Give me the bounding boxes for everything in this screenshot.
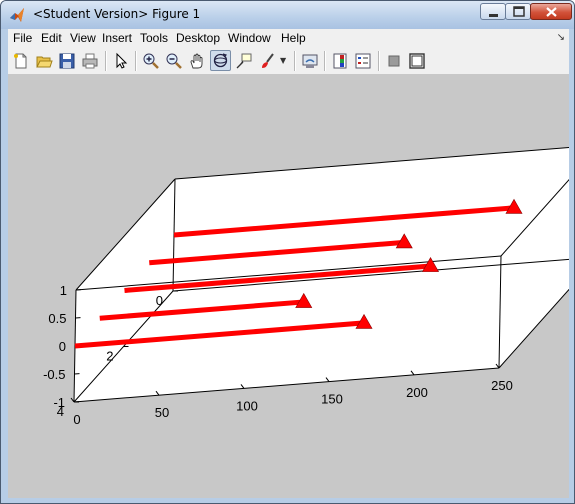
menu-desktop[interactable]: Desktop <box>176 31 220 45</box>
menu-insert[interactable]: Insert <box>102 31 132 45</box>
menu-tools[interactable]: Tools <box>140 31 168 45</box>
dock-arrow-icon[interactable]: ↘ <box>557 32 565 43</box>
new-figure-icon[interactable] <box>12 52 30 70</box>
save-icon[interactable] <box>58 52 76 70</box>
x-tick-label: 50 <box>155 405 169 420</box>
colorbar-icon[interactable] <box>331 52 349 70</box>
minimize-icon <box>489 14 498 17</box>
pan-hand-icon[interactable] <box>188 52 206 70</box>
figure-toolbar: ▼ <box>8 48 569 75</box>
toolbar-separator <box>324 51 326 71</box>
maximize-icon <box>513 6 525 17</box>
legend-icon[interactable] <box>354 52 372 70</box>
print-icon[interactable] <box>81 52 99 70</box>
menu-window[interactable]: Window <box>228 31 271 45</box>
z-tick-label: 0 <box>59 339 66 354</box>
axes-3d[interactable]: 10.50-0.5-10240 50 100 150 200 250 <box>8 75 569 498</box>
y-tick-label: 4 <box>57 404 64 419</box>
menu-bar: File Edit View Insert Tools Desktop Wind… <box>8 29 569 48</box>
menu-file[interactable]: File <box>13 31 32 45</box>
menu-help[interactable]: Help <box>281 31 306 45</box>
figure-canvas[interactable]: 1 0.5 0 -0.5 -1 0 2 4 0 50 100 150 200 250 <box>8 75 569 498</box>
maximize-button[interactable] <box>505 3 531 20</box>
brush-dropdown-icon[interactable]: ▼ <box>280 56 286 65</box>
y-tick-label: 0 <box>156 293 163 308</box>
rotate-3d-icon <box>213 53 228 68</box>
x-tick-label: 0 <box>73 412 80 427</box>
z-tick-label: -0.5 <box>43 367 65 382</box>
z-tick-label: 1 <box>60 283 67 298</box>
select-arrow-icon[interactable] <box>112 52 130 70</box>
hide-plot-tools-icon[interactable] <box>385 52 403 70</box>
x-tick-label: 150 <box>321 392 343 407</box>
figure-window: <Student Version> Figure 1 File Edit Vie… <box>0 0 575 504</box>
close-icon <box>546 7 557 17</box>
toolbar-separator <box>294 51 296 71</box>
toolbar-separator <box>378 51 380 71</box>
title-bar[interactable]: <Student Version> Figure 1 <box>1 1 574 29</box>
matlab-logo-icon <box>10 8 24 22</box>
link-plot-icon[interactable] <box>301 52 319 70</box>
toolbar-separator <box>135 51 137 71</box>
data-cursor-icon[interactable] <box>235 52 253 70</box>
minimize-button[interactable] <box>480 3 506 20</box>
close-button[interactable] <box>530 3 572 20</box>
menu-edit[interactable]: Edit <box>41 31 62 45</box>
x-tick-label: 100 <box>236 398 258 413</box>
x-tick-label: 200 <box>406 385 428 400</box>
window-title: <Student Version> Figure 1 <box>33 7 201 21</box>
open-file-icon[interactable] <box>35 52 53 70</box>
show-plot-tools-icon[interactable] <box>408 52 426 70</box>
toolbar-separator <box>105 51 107 71</box>
menu-view[interactable]: View <box>70 31 96 45</box>
zoom-in-icon[interactable] <box>142 52 160 70</box>
x-tick-label: 250 <box>491 378 513 393</box>
y-tick-label: 2 <box>106 349 113 364</box>
zoom-out-icon[interactable] <box>165 52 183 70</box>
brush-icon[interactable] <box>259 52 277 70</box>
z-tick-label: 0.5 <box>48 311 66 326</box>
rotate-3d-button[interactable] <box>210 50 231 71</box>
